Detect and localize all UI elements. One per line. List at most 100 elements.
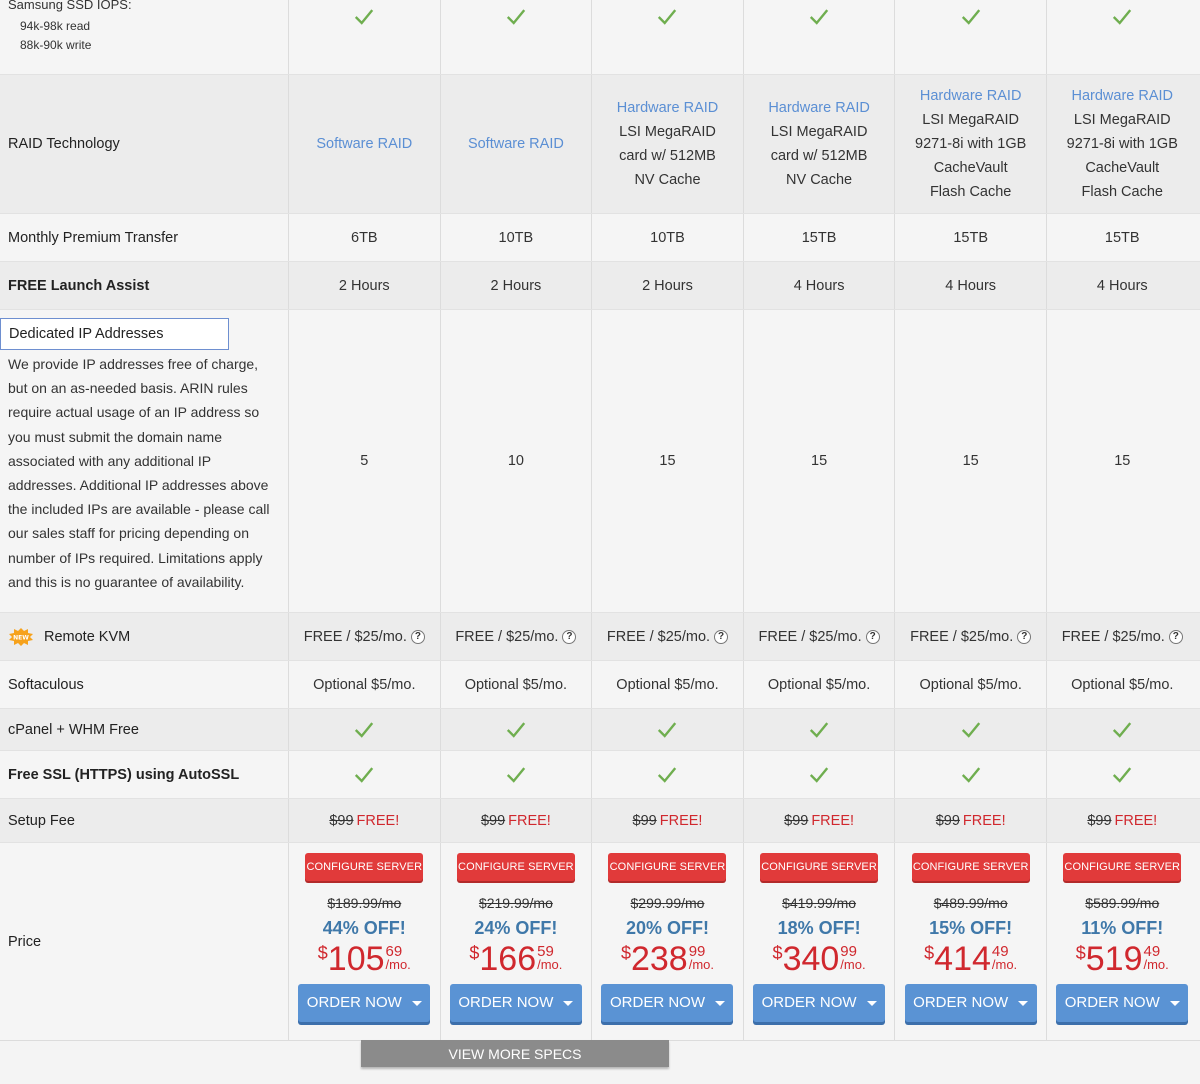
help-icon[interactable]: ? <box>1168 629 1183 644</box>
order-now-label: ORDER NOW <box>609 994 705 1011</box>
monthly-price: $105 69/mo. <box>318 942 411 976</box>
configure-server-button[interactable]: CONFIGURE SERVER <box>456 853 575 881</box>
raid-link[interactable]: Hardware RAID <box>915 84 1026 108</box>
raid-detail: LSI MegaRAID <box>619 124 716 140</box>
iops-write: 88k-90k write <box>20 38 92 52</box>
setup-fee-free: FREE! <box>659 812 703 829</box>
help-icon[interactable]: ? <box>410 629 425 644</box>
price-dollars: 105 <box>327 940 385 978</box>
old-price: $219.99/mo <box>478 895 553 911</box>
raid-link[interactable]: Software RAID <box>468 132 564 156</box>
ssl-check-cell <box>288 751 440 798</box>
price-label: Price <box>8 933 42 950</box>
iops-check-cell <box>1045 0 1198 74</box>
order-now-label: ORDER NOW <box>761 994 857 1011</box>
help-icon[interactable]: ? <box>865 629 880 644</box>
raid-detail: Flash Cache <box>929 184 1012 200</box>
order-now-button[interactable]: ORDER NOW <box>753 984 886 1022</box>
configure-server-button[interactable]: CONFIGURE SERVER <box>608 853 727 881</box>
ip-count: 5 <box>288 310 440 612</box>
check-icon <box>506 721 526 738</box>
price-row: Price CONFIGURE SERVER $189.99/mo 44% OF… <box>0 843 1200 1040</box>
softaculous-value: Optional $5/mo. <box>742 661 895 708</box>
raid-cell: Hardware RAID LSI MegaRAID card w/ 512MB NV… <box>742 75 895 213</box>
raid-link[interactable]: Hardware RAID <box>768 96 870 120</box>
raid-link[interactable]: Hardware RAID <box>1067 84 1178 108</box>
discount: 18% OFF! <box>777 918 861 938</box>
configure-server-button[interactable]: CONFIGURE SERVER <box>760 853 879 881</box>
monthly-price: $340 99/mo. <box>773 942 866 976</box>
kvm-value-cell: FREE / $25/mo.? <box>742 613 895 660</box>
old-price: $189.99/mo <box>327 895 402 911</box>
raid-link[interactable]: Hardware RAID <box>617 96 719 120</box>
configure-server-button[interactable]: CONFIGURE SERVER <box>1063 853 1182 881</box>
configure-server-button[interactable]: CONFIGURE SERVER <box>305 853 424 881</box>
ssl-check-cell <box>742 751 895 798</box>
iops-label: Samsung SSD IOPS: 94k-98k read 88k-90k w… <box>0 0 288 74</box>
price-currency: $ <box>469 943 480 963</box>
check-icon <box>506 9 526 25</box>
launch-assist-value: 4 Hours <box>1045 262 1198 309</box>
order-now-button[interactable]: ORDER NOW <box>1056 984 1189 1022</box>
view-more-specs-button[interactable]: VIEW MORE SPECS <box>361 1040 669 1067</box>
old-price: $489.99/mo <box>933 895 1008 911</box>
kvm-value: FREE / $25/mo. <box>606 628 711 645</box>
price-cell: CONFIGURE SERVER $299.99/mo 20% OFF! $23… <box>591 843 743 1040</box>
check-icon <box>658 766 677 783</box>
check-icon <box>809 721 829 738</box>
monthly-price: $519 49/mo. <box>1076 942 1169 976</box>
dedicated-ip-tooltip-trigger[interactable]: Dedicated IP Addresses <box>0 318 229 350</box>
discount: 24% OFF! <box>474 918 558 938</box>
setup-fee-old: $99 <box>480 812 506 829</box>
caret-down-icon <box>866 1000 877 1006</box>
price-period: /mo. <box>840 957 866 972</box>
raid-detail: NV Cache <box>634 172 701 188</box>
raid-detail: Flash Cache <box>1081 184 1163 200</box>
setup-fee-row: Setup Fee $99 FREE! $99 FREE! $99 FREE! $99… <box>0 799 1200 843</box>
iops-check-cell <box>894 0 1046 74</box>
launch-assist-value: 4 Hours <box>742 262 895 309</box>
price-period: /mo. <box>385 957 411 972</box>
raid-link[interactable]: Software RAID <box>316 132 412 156</box>
check-icon <box>1113 766 1132 783</box>
transfer-value: 15TB <box>894 214 1046 261</box>
setup-fee-free: FREE! <box>1114 812 1158 829</box>
help-icon[interactable]: ? <box>1017 629 1032 644</box>
help-icon[interactable]: ? <box>714 629 729 644</box>
raid-detail: LSI MegaRAID <box>770 124 868 140</box>
check-icon <box>658 9 677 25</box>
transfer-row: Monthly Premium Transfer 6TB 10TB 10TB 1… <box>0 214 1200 262</box>
kvm-value-cell: FREE / $25/mo.? <box>288 613 440 660</box>
transfer-label: Monthly Premium Transfer <box>8 229 179 246</box>
caret-down-icon <box>1018 1000 1029 1006</box>
price-period: /mo. <box>688 957 714 972</box>
raid-cell: Software RAID <box>288 75 440 213</box>
order-now-button[interactable]: ORDER NOW <box>904 984 1037 1022</box>
raid-detail: CacheVault <box>1085 160 1160 176</box>
check-icon <box>506 766 526 783</box>
kvm-value-cell: FREE / $25/mo.? <box>439 613 592 660</box>
ssl-row: Free SSL (HTTPS) using AutoSSL <box>0 751 1200 799</box>
remote-kvm-row: NEW Remote KVM FREE / $25/mo.? FREE / $2… <box>0 613 1200 661</box>
cpanel-check-cell <box>1045 709 1198 750</box>
order-now-button[interactable]: ORDER NOW <box>601 984 734 1022</box>
raid-cell: Software RAID <box>439 75 592 213</box>
configure-server-button[interactable]: CONFIGURE SERVER <box>911 853 1030 881</box>
help-icon[interactable]: ? <box>562 629 577 644</box>
order-now-label: ORDER NOW <box>306 994 402 1011</box>
raid-label: RAID Technology <box>8 136 120 152</box>
check-icon <box>809 9 829 25</box>
ip-count: 15 <box>894 310 1046 612</box>
price-currency: $ <box>924 943 935 963</box>
order-now-button[interactable]: ORDER NOW <box>298 984 431 1022</box>
remote-kvm-label: Remote KVM <box>44 628 131 645</box>
monthly-price: $238 99/mo. <box>621 942 714 976</box>
order-now-button[interactable]: ORDER NOW <box>449 984 582 1022</box>
setup-fee-old: $99 <box>1087 812 1112 829</box>
check-icon <box>961 721 980 738</box>
price-dollars: 340 <box>782 940 840 978</box>
setup-fee-free: FREE! <box>356 812 400 829</box>
spec-comparison-table: Samsung SSD IOPS: 94k-98k read 88k-90k w… <box>0 0 1200 1040</box>
ip-count: 10 <box>439 310 592 612</box>
softaculous-label: Softaculous <box>8 676 84 693</box>
